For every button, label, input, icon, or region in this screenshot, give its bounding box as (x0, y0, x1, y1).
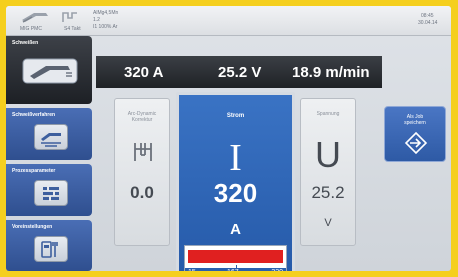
nav-label: Schweißen (12, 40, 39, 46)
welding-torch-icon (22, 58, 78, 84)
nav-label: Schweißverfahren (12, 112, 56, 118)
nav-label: Voreinstellungen (12, 224, 53, 230)
status-bar: MIG PMC S4 Takt AlMg4,5Mn 1.2 I1 100% Ar… (6, 6, 451, 36)
strom-scale-tick (236, 265, 237, 268)
process-label: MIG PMC (20, 26, 42, 32)
spannung-unit: V (324, 217, 332, 229)
gas-label: I1 100% Ar (93, 24, 118, 30)
date-display: 30.04.14 (418, 20, 438, 26)
voltage-value: 25.2 V (218, 64, 262, 81)
wire-diameter: 1.2 (93, 17, 100, 23)
settings-tools-icon (41, 241, 58, 258)
nav-label: Prozessparameter (12, 168, 56, 174)
welding-torch-icon (22, 13, 48, 23)
wire-material: AlMg4,5Mn (93, 10, 119, 16)
strom-scale-bar (188, 250, 283, 263)
left-navigation: Schweißen Schweißverfahren Prozessparame… (6, 36, 92, 271)
strom-symbol: I (229, 137, 242, 179)
save-job-label-line2: speichern (404, 120, 426, 126)
sliders-icon (43, 186, 59, 201)
arc-dynamic-panel[interactable]: Arc-Dynamic Korrektur 0.0 (114, 98, 170, 246)
spannung-panel[interactable]: Spannung U 25.2 V (300, 98, 356, 246)
arc-dynamic-title: Arc-Dynamic Korrektur (115, 111, 169, 123)
display-screen: MIG PMC S4 Takt AlMg4,5Mn 1.2 I1 100% Ar… (6, 6, 451, 271)
wire-speed-value: 18.9 m/min (292, 64, 370, 81)
nav-schweissen[interactable]: Schweißen (6, 36, 92, 104)
save-arrow-icon (404, 131, 428, 155)
process-icon (41, 133, 61, 147)
strom-title: Strom (226, 113, 245, 119)
scale-max-label: 320 (271, 269, 283, 271)
arc-dynamic-icon (134, 143, 152, 161)
nav-voreinstellungen[interactable]: Voreinstellungen (6, 220, 92, 271)
tool-label: S4 Takt (64, 26, 81, 32)
pulse-wave-icon (62, 12, 77, 22)
scale-mid-label: 167 (227, 269, 239, 271)
nav-prozessparameter[interactable]: Prozessparameter (6, 164, 92, 216)
process-tile (34, 124, 68, 150)
current-value: 320 A (124, 64, 164, 81)
scale-min-label: 15 (188, 269, 196, 271)
strom-scale[interactable]: 15 167 320 (184, 245, 287, 271)
strom-unit: A (230, 221, 241, 238)
value-bar: 320 A 25.2 V 18.9 m/min (96, 56, 382, 88)
parameter-tile (34, 180, 68, 206)
strom-value: 320 (213, 178, 258, 208)
time-display: 08:45 (421, 13, 434, 19)
arc-dynamic-value: 0.0 (130, 183, 154, 202)
preset-tile (34, 236, 68, 262)
spannung-value: 25.2 (311, 183, 345, 202)
spannung-title: Spannung (316, 111, 340, 117)
save-job-label: Als Job speichern (385, 114, 445, 126)
spannung-symbol: U (315, 134, 341, 175)
nav-schweissverfahren[interactable]: Schweißverfahren (6, 108, 92, 160)
save-job-button[interactable]: Als Job speichern (384, 106, 446, 162)
arc-dynamic-title-line2: Korrektur (131, 117, 153, 123)
strom-panel[interactable]: Strom I 320 A 15 167 320 (176, 92, 295, 271)
